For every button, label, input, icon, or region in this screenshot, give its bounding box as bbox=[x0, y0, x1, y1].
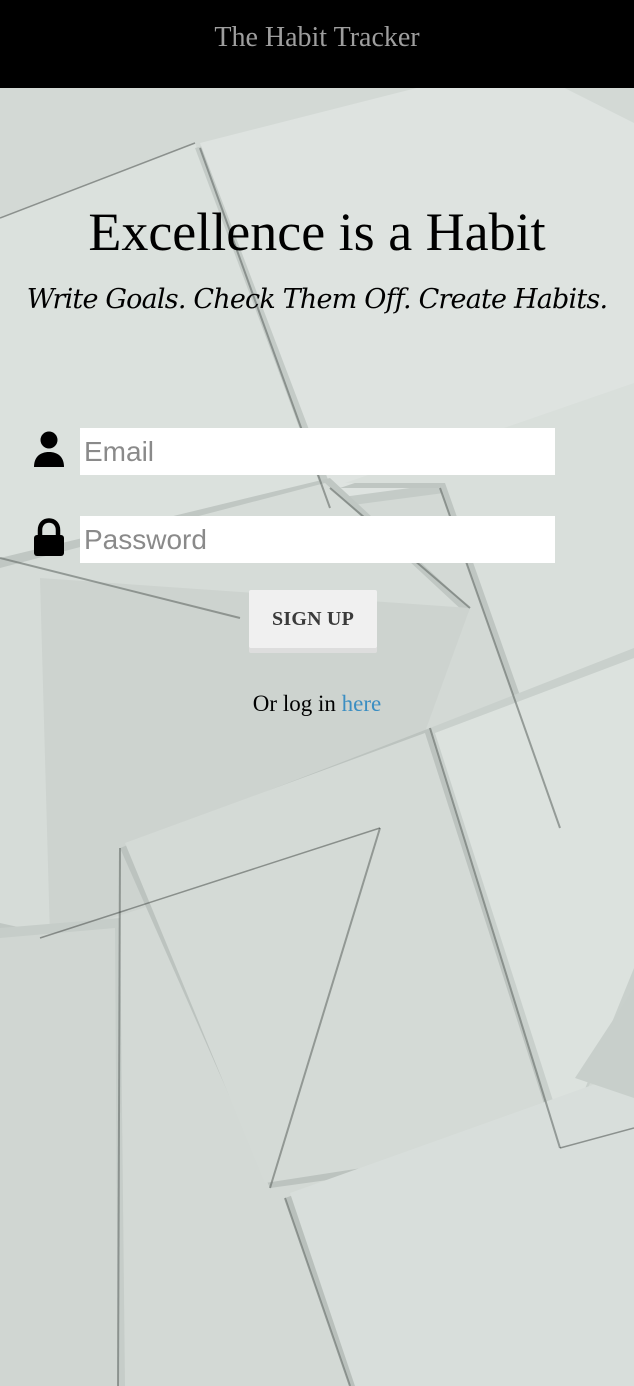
signup-section: Excellence is a Habit Write Goals. Check… bbox=[0, 88, 634, 1386]
navbar: The Habit Tracker bbox=[0, 0, 634, 88]
email-row bbox=[32, 428, 562, 476]
hero-title: Excellence is a Habit bbox=[88, 202, 546, 262]
hero-subtitle: Write Goals. Check Them Off. Create Habi… bbox=[26, 284, 608, 315]
sign-up-button[interactable]: SIGN UP bbox=[249, 590, 377, 653]
email-field[interactable] bbox=[80, 428, 555, 475]
login-prompt-text: Or log in bbox=[252, 691, 342, 716]
user-icon bbox=[32, 430, 66, 470]
brand-title[interactable]: The Habit Tracker bbox=[0, 20, 634, 56]
password-field[interactable] bbox=[80, 516, 555, 563]
login-link[interactable]: here bbox=[342, 691, 382, 716]
login-prompt: Or log in here bbox=[0, 690, 634, 718]
password-row bbox=[32, 516, 562, 564]
lock-icon bbox=[32, 518, 66, 558]
